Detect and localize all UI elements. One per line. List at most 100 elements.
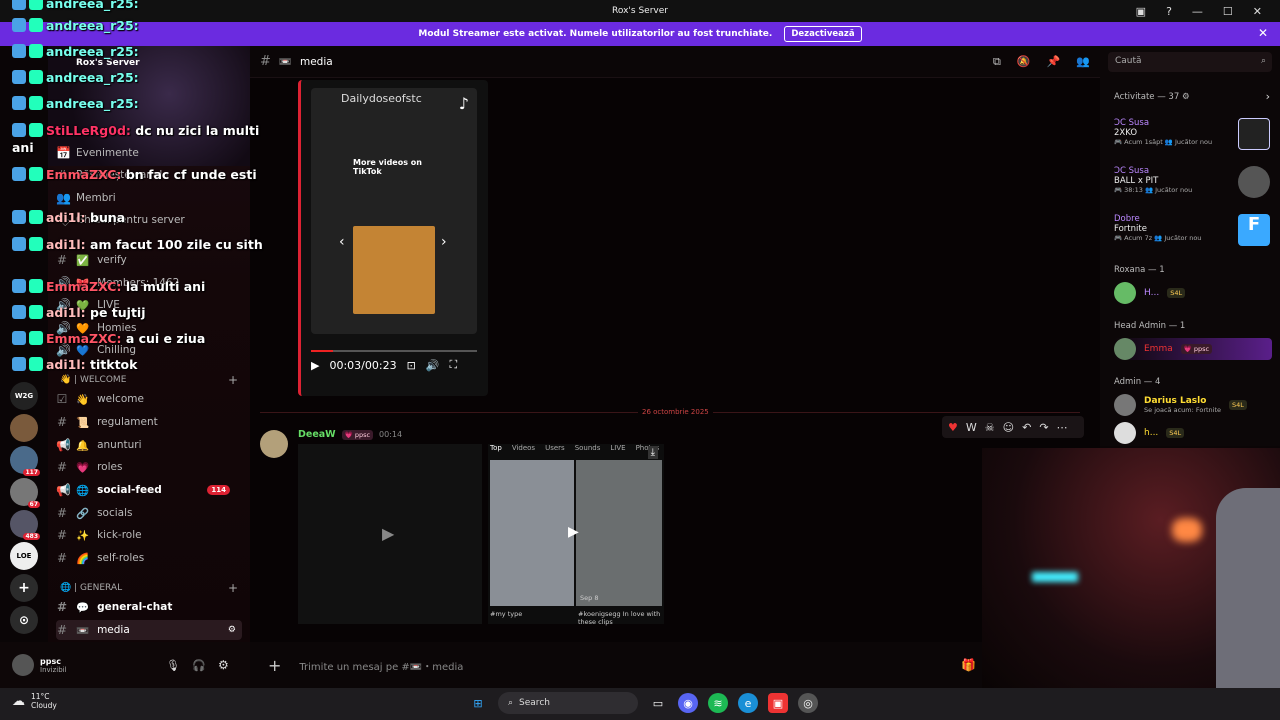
member-item[interactable]: h... S4L <box>1114 422 1185 444</box>
member-item[interactable]: Darius Laslo Se joacă acum: Fortnite S4L <box>1114 394 1247 416</box>
channel-live[interactable]: 🔊 💚 LIVE <box>56 295 242 315</box>
channel-chilling[interactable]: 🔊 💙 Chilling <box>56 340 242 360</box>
w-emoji-icon[interactable]: W <box>966 421 977 434</box>
chevron-right-icon[interactable]: › <box>1266 90 1270 103</box>
sidebar-item-events[interactable]: 📅 Evenimente <box>56 143 242 163</box>
video-thumbnail[interactable] <box>353 226 435 314</box>
member-list-icon[interactable]: 👥 <box>1076 55 1090 69</box>
inbox-icon[interactable]: ▣ <box>1136 5 1146 18</box>
notifications-icon[interactable]: 🔕 <box>1017 55 1031 69</box>
user-settings-icon[interactable]: ⚙ <box>218 658 229 672</box>
video-progress-track[interactable] <box>311 350 477 352</box>
task-view-icon[interactable]: ▭ <box>648 693 668 713</box>
add-reaction-icon[interactable]: ☺ <box>1003 421 1014 434</box>
video-attachment-tiktok[interactable]: Top Videos Users Sounds LIVE Photos ▶ ⤓ … <box>488 444 664 626</box>
message-input[interactable]: Trimite un mesaj pe #📼・media <box>299 658 463 673</box>
reply-icon[interactable]: ↶ <box>1022 421 1031 434</box>
member-item[interactable]: H... S4L <box>1114 282 1186 304</box>
forward-icon[interactable]: ↷ <box>1039 421 1048 434</box>
more-icon[interactable]: ⋯ <box>1057 421 1068 434</box>
channel-roles[interactable]: # 💗 roles <box>56 457 242 477</box>
edge-icon[interactable]: e <box>738 693 758 713</box>
channel-emoji: 💗 <box>76 461 90 474</box>
minimize-button[interactable]: — <box>1192 5 1203 18</box>
start-icon[interactable]: ⊞ <box>468 693 488 713</box>
add-server-icon[interactable]: + <box>10 574 38 602</box>
avatar[interactable] <box>260 430 288 458</box>
heart-icon[interactable]: ♥ <box>948 421 958 434</box>
skull-icon[interactable]: ☠ <box>985 421 995 434</box>
sidebar-item-browse[interactable]: # Răsfoiește canale <box>56 165 242 185</box>
download-icon[interactable]: ⤓ <box>647 446 658 459</box>
avatar <box>1114 422 1136 444</box>
server-icon-w2g[interactable]: W2G <box>10 382 38 410</box>
channel-welcome[interactable]: ☑ 👋 welcome <box>56 389 242 409</box>
tiktok-embed[interactable]: Dailydoseofstc ♪ More videos on TikTok ‹… <box>298 80 488 396</box>
category-general[interactable]: 🌐 | GENERAL <box>60 583 122 593</box>
channel-socials[interactable]: # 🔗 socials <box>56 503 242 523</box>
threads-icon[interactable]: ⧉ <box>993 55 1001 69</box>
pin-icon[interactable]: 📌 <box>1047 55 1061 69</box>
activity-card[interactable]: Dobre Fortnite 🎮 Acum 7z 👥 Jucător nou F <box>1114 214 1270 246</box>
channel-kick-role[interactable]: # ✨ kick-role <box>56 525 242 545</box>
play-icon[interactable]: ▶ <box>568 524 579 540</box>
banner-close-icon[interactable]: ✕ <box>1258 26 1268 40</box>
weather-widget[interactable]: ☁ 11°C Cloudy <box>12 692 57 710</box>
channel-homies[interactable]: 🔊 🧡 Homies <box>56 318 242 338</box>
volume-icon[interactable]: 🔊 <box>426 359 440 372</box>
message-author[interactable]: DeeaW <box>298 429 336 440</box>
taskbar-search[interactable]: ⌕ Search <box>498 692 638 714</box>
avatar[interactable] <box>12 654 34 676</box>
channel-self-roles[interactable]: # 🌈 self-roles <box>56 548 242 568</box>
member-item[interactable]: Emma 💗 ppsc <box>1114 338 1272 360</box>
captions-icon[interactable]: ⊡ <box>407 359 416 372</box>
hashtag-icon: # <box>56 460 68 474</box>
search-input[interactable]: Caută ⌕ <box>1108 52 1272 72</box>
server-icon-3[interactable]: 117 <box>10 446 40 476</box>
channel-regulament[interactable]: # 📜 regulament <box>56 412 242 432</box>
gift-icon[interactable]: 🎁 <box>961 658 976 672</box>
channel-verify[interactable]: # ✅ verify <box>56 250 242 270</box>
headphones-icon[interactable]: 🎧 <box>192 659 206 672</box>
channel-general-chat[interactable]: # 💬 general-chat <box>56 597 242 617</box>
settings-icon[interactable]: ⚙ <box>228 625 236 635</box>
discover-icon[interactable]: ⊙ <box>10 606 38 634</box>
add-attachment-icon[interactable]: + <box>268 656 281 675</box>
steam-icon[interactable]: ◎ <box>798 693 818 713</box>
chevron-left-icon[interactable]: ‹ <box>339 234 345 250</box>
maximize-button[interactable]: ☐ <box>1223 5 1233 18</box>
sidebar-item-members[interactable]: 👥 Membri <box>56 188 242 208</box>
channel-header: # 📼 media ⧉ 🔕 📌 👥 <box>250 46 1100 78</box>
category-welcome[interactable]: 👋 | WELCOME <box>60 375 126 385</box>
search-label: Search <box>519 698 550 708</box>
add-channel-icon[interactable]: + <box>228 581 238 595</box>
server-icon-cat[interactable] <box>10 414 38 442</box>
discord-icon[interactable]: ◉ <box>678 693 698 713</box>
channel-social-feed[interactable]: 📢 🌐 social-feed 114 <box>56 480 242 500</box>
channel-members-count[interactable]: 🔊 🎀 Members: 1462 <box>56 273 242 293</box>
help-icon[interactable]: ? <box>1166 5 1172 18</box>
channel-anunturi[interactable]: 📢 🔔 anunturi <box>56 435 242 455</box>
channel-emoji: 🌐 <box>76 484 90 497</box>
microphone-icon[interactable]: 🎙 <box>166 659 180 672</box>
fullscreen-icon[interactable]: ⛶ <box>450 358 458 372</box>
hashtag-icon: # <box>56 528 68 542</box>
channel-media[interactable]: # 📼 media ⚙ <box>56 620 242 640</box>
server-icon-4[interactable]: 67 <box>10 478 40 508</box>
server-icon-5[interactable]: 483 <box>10 510 40 540</box>
spotify-icon[interactable]: ≋ <box>708 693 728 713</box>
tiktok-preview[interactable]: Dailydoseofstc ♪ More videos on TikTok ‹… <box>311 88 477 334</box>
sidebar-item-guide[interactable]: 🏷 Ghidul pentru server <box>56 210 242 230</box>
server-icon-loe[interactable]: LOE <box>10 542 38 570</box>
chevron-right-icon[interactable]: › <box>441 234 447 250</box>
play-icon[interactable]: ▶ <box>382 524 394 543</box>
add-channel-icon[interactable]: + <box>228 373 238 387</box>
video-attachment[interactable]: ▶ <box>298 444 482 624</box>
activity-card[interactable]: ƆC Susa 2XKO 🎮 Acum 1săpt 👥 Jucător nou <box>1114 118 1270 150</box>
server-name[interactable]: Rox's Server <box>76 58 140 68</box>
close-button[interactable]: ✕ <box>1253 5 1262 18</box>
disable-streamer-button[interactable]: Dezactivează <box>784 26 862 42</box>
app-icon[interactable]: ▣ <box>768 693 788 713</box>
activity-card[interactable]: ƆC Susa BALL x PIT 🎮 38:13 👥 Jucător nou <box>1114 166 1270 198</box>
play-icon[interactable]: ▶ <box>311 359 319 372</box>
